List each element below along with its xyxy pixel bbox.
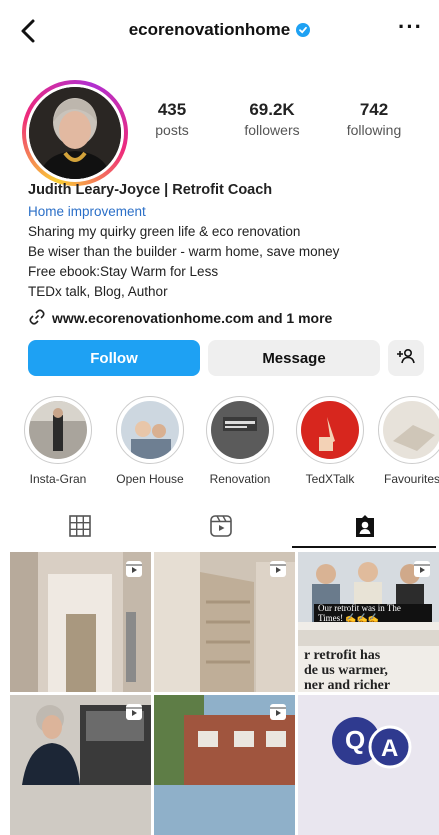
highlight-cover bbox=[29, 401, 87, 459]
message-button[interactable]: Message bbox=[208, 340, 380, 376]
qa-a-text: A bbox=[381, 735, 399, 762]
highlight-cover bbox=[383, 401, 439, 459]
highlight-cover bbox=[211, 401, 269, 459]
post-thumbnail[interactable] bbox=[10, 552, 151, 692]
avatar-story-ring[interactable] bbox=[22, 80, 128, 186]
highlight-renovation[interactable]: Renovation bbox=[200, 396, 280, 486]
following-count[interactable]: 742 following bbox=[324, 100, 424, 138]
post-thumbnail[interactable]: Q A bbox=[298, 695, 439, 835]
active-tab-indicator bbox=[292, 546, 436, 548]
post-thumbnail[interactable]: Our retrofit was in The Times! ✍✍✍ r ret… bbox=[298, 552, 439, 692]
bio-line: Be wiser than the builder - warm home, s… bbox=[28, 244, 340, 259]
post-caption-overlay: Our retrofit was in The Times! ✍✍✍ bbox=[314, 603, 432, 623]
grid-icon[interactable] bbox=[67, 513, 93, 539]
post-thumbnail[interactable] bbox=[10, 695, 151, 835]
post-grid: Our retrofit was in The Times! ✍✍✍ r ret… bbox=[10, 552, 439, 835]
top-bar: ecorenovationhome ··· bbox=[0, 0, 439, 62]
reel-icon bbox=[125, 560, 143, 578]
highlight-favourites[interactable]: Favourites bbox=[372, 396, 439, 486]
post-thumbnail[interactable] bbox=[154, 695, 295, 835]
highlight-tedxtalk[interactable]: TedXTalk bbox=[290, 396, 370, 486]
highlight-cover bbox=[121, 401, 179, 459]
bio-line: TEDx talk, Blog, Author bbox=[28, 284, 168, 299]
post-thumbnail[interactable] bbox=[154, 552, 295, 692]
avatar bbox=[29, 87, 121, 179]
highlight-open-house[interactable]: Open House bbox=[110, 396, 190, 486]
highlight-cover bbox=[301, 401, 359, 459]
reel-icon bbox=[269, 560, 287, 578]
profile-link[interactable]: www.ecorenovationhome.com and 1 more bbox=[28, 308, 332, 326]
profile-category[interactable]: Home improvement bbox=[28, 202, 428, 222]
bio-line: Free ebook:Stay Warm for Less bbox=[28, 264, 219, 279]
reel-icon bbox=[125, 703, 143, 721]
bio-line: Sharing my quirky green life & eco renov… bbox=[28, 224, 301, 239]
verified-badge-icon bbox=[296, 22, 311, 37]
link-icon bbox=[28, 309, 52, 326]
profile-bio: Judith Leary-Joyce | Retrofit Coach Home… bbox=[28, 180, 428, 302]
post-text-overlay: r retrofit has de us warmer, ner and ric… bbox=[304, 648, 391, 692]
tagged-icon[interactable] bbox=[352, 513, 378, 539]
add-user-icon bbox=[396, 347, 416, 369]
more-options-button[interactable]: ··· bbox=[398, 14, 423, 40]
followers-count[interactable]: 69.2K followers bbox=[222, 100, 322, 138]
suggest-users-button[interactable] bbox=[388, 340, 424, 376]
highlight-insta-gran[interactable]: Insta-Gran bbox=[18, 396, 98, 486]
qa-q-text: Q bbox=[345, 725, 366, 755]
username: ecorenovationhome bbox=[128, 20, 291, 39]
reels-icon[interactable] bbox=[208, 513, 234, 539]
follow-button[interactable]: Follow bbox=[28, 340, 200, 376]
profile-username-header: ecorenovationhome bbox=[0, 20, 439, 40]
profile-name: Judith Leary-Joyce | Retrofit Coach bbox=[28, 182, 273, 198]
posts-count[interactable]: 435 posts bbox=[122, 100, 222, 138]
profile-tabs bbox=[0, 505, 439, 549]
reel-icon bbox=[413, 560, 431, 578]
reel-icon bbox=[269, 703, 287, 721]
